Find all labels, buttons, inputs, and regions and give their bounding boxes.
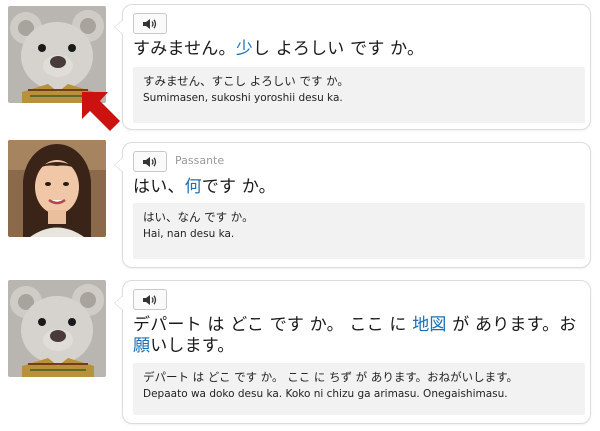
japanese-sentence: デパート は どこ です か。 ここ に 地図 が あります。お願いします。 bbox=[133, 315, 585, 357]
dialogue-bubble: デパート は どこ です か。 ここ に 地図 が あります。お願いします。 デ… bbox=[114, 280, 591, 424]
highlighted-kanji[interactable]: 少 bbox=[236, 39, 253, 59]
kana-reading: すみません、すこし よろしい です か。 bbox=[143, 74, 349, 88]
romaji-reading: Hai, nan desu ka. bbox=[143, 228, 235, 240]
text-segment: し よろしい です か。 bbox=[252, 39, 425, 59]
text-segment: デパート は どこ です か。 ここ に bbox=[133, 315, 413, 335]
red-arrow-icon bbox=[82, 92, 120, 131]
teddy-bear-avatar bbox=[8, 6, 106, 103]
reading-box: はい、なん です か。 Hai, nan desu ka. bbox=[133, 203, 585, 259]
speaker-name: Passante bbox=[175, 154, 225, 167]
text-segment: です か。 bbox=[201, 177, 276, 197]
text-segment: が あります。お bbox=[446, 315, 577, 335]
text-segment: いします。 bbox=[150, 336, 235, 356]
speaker-icon bbox=[143, 18, 157, 29]
speaker-icon bbox=[143, 156, 157, 167]
romaji-reading: Sumimasen, sukoshi yoroshii desu ka. bbox=[143, 92, 343, 104]
text-segment: はい、 bbox=[133, 177, 185, 197]
reading-box: すみません、すこし よろしい です か。 Sumimasen, sukoshi … bbox=[133, 67, 585, 123]
highlighted-kanji[interactable]: 願 bbox=[133, 336, 150, 356]
kana-reading: デパート は どこ です か。 ここ に ちず が あります。おねがいします。 bbox=[143, 370, 519, 384]
kana-reading: はい、なん です か。 bbox=[143, 210, 254, 224]
speaker-icon bbox=[143, 294, 157, 305]
highlighted-kanji[interactable]: 何 bbox=[185, 177, 202, 197]
dialogue-bubble: Passante はい、何です か。 はい、なん です か。 Hai, nan … bbox=[114, 142, 591, 268]
play-audio-button[interactable] bbox=[133, 289, 167, 310]
dialogue-bubble: すみません。少し よろしい です か。 すみません、すこし よろしい です か。… bbox=[114, 4, 591, 130]
woman-avatar bbox=[8, 140, 106, 237]
highlighted-kanji[interactable]: 地図 bbox=[412, 315, 446, 335]
play-audio-button[interactable] bbox=[133, 13, 167, 34]
japanese-sentence: すみません。少し よろしい です か。 bbox=[133, 39, 585, 60]
japanese-sentence: はい、何です か。 bbox=[133, 177, 585, 198]
teddy-bear-avatar bbox=[8, 280, 106, 377]
play-audio-button[interactable] bbox=[133, 151, 167, 172]
romaji-reading: Depaato wa doko desu ka. Koko ni chizu g… bbox=[143, 388, 508, 400]
reading-box: デパート は どこ です か。 ここ に ちず が あります。おねがいします。 … bbox=[133, 363, 585, 415]
text-segment: すみません。 bbox=[133, 39, 236, 59]
